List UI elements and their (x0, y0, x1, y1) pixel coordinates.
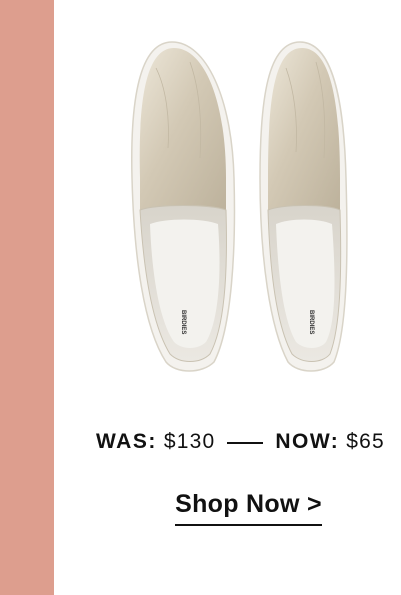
shop-now-link[interactable]: Shop Now > (175, 490, 322, 526)
product-shoes-image[interactable]: BIRDIES BIRDIES (110, 28, 350, 378)
left-insole-brand: BIRDIES (180, 310, 186, 334)
price-divider (227, 442, 264, 444)
was-price: $130 (163, 430, 216, 453)
was-label: WAS: (96, 430, 157, 453)
shop-now-container: Shop Now > (0, 490, 401, 526)
right-insole-brand: BIRDIES (308, 310, 314, 334)
now-price: $65 (346, 430, 385, 453)
price-row: WAS: $130 NOW: $65 (96, 427, 396, 457)
right-shoe (259, 41, 348, 372)
now-label: NOW: (275, 430, 340, 453)
